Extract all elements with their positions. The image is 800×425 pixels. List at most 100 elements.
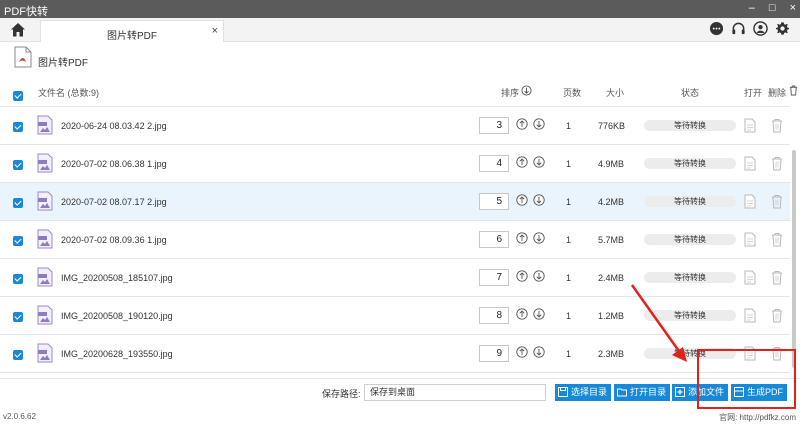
order-input[interactable]: 8 [479, 307, 509, 324]
arrow-up-icon[interactable] [516, 232, 528, 244]
row-checkbox[interactable] [13, 312, 23, 322]
open-directory-label: 打开目录 [630, 387, 667, 397]
order-input[interactable]: 6 [479, 231, 509, 248]
close-window-icon[interactable]: × [790, 2, 796, 14]
table-row[interactable]: 2020-07-02 08.06.38 1.jpg 4 1 4.9MB 等待转换 [0, 145, 790, 183]
arrow-down-icon[interactable] [533, 346, 545, 358]
file-name: 2020-07-02 08.07.17 2.jpg [61, 197, 167, 207]
open-file-icon[interactable] [744, 270, 756, 285]
arrow-down-icon[interactable] [533, 232, 545, 244]
arrow-up-icon[interactable] [516, 270, 528, 282]
table-row[interactable]: 2020-07-02 08.07.17 2.jpg 5 1 4.2MB 等待转换 [0, 183, 790, 221]
arrow-up-icon[interactable] [516, 118, 528, 130]
arrow-up-icon[interactable] [516, 308, 528, 320]
row-checkbox[interactable] [13, 122, 23, 132]
arrow-down-icon[interactable] [533, 270, 545, 282]
row-checkbox[interactable] [13, 160, 23, 170]
page-count: 1 [566, 159, 572, 169]
headset-icon[interactable] [731, 21, 746, 36]
file-size: 776KB [598, 121, 626, 131]
status-badge: 等待转换 [644, 310, 736, 321]
open-file-icon[interactable] [744, 308, 756, 323]
order-input[interactable]: 7 [479, 269, 509, 286]
table-row[interactable]: IMG_20200508_190120.jpg 8 1 1.2MB 等待转换 [0, 297, 790, 335]
page-count: 1 [566, 349, 572, 359]
top-right-icons [709, 21, 790, 36]
trash-icon[interactable] [771, 346, 783, 361]
order-input[interactable]: 5 [479, 193, 509, 210]
add-file-label: 添加文件 [688, 387, 725, 397]
table-row[interactable]: IMG_20200628_193550.jpg 9 1 2.3MB 等待转换 [0, 335, 790, 373]
user-icon[interactable] [753, 21, 768, 36]
choose-directory-label: 选择目录 [571, 387, 608, 397]
table-row[interactable]: IMG_20200508_185107.jpg 7 1 2.4MB 等待转换 [0, 259, 790, 297]
table-row[interactable]: 2020-07-02 08.09.36 1.jpg 6 1 5.7MB 等待转换 [0, 221, 790, 259]
scrollbar[interactable] [792, 150, 796, 368]
row-checkbox[interactable] [13, 274, 23, 284]
page-count: 1 [566, 311, 572, 321]
image-file-icon [37, 153, 53, 173]
trash-icon[interactable] [771, 232, 783, 247]
image-file-icon [37, 229, 53, 249]
generate-pdf-button[interactable]: 生成PDF [731, 384, 788, 401]
row-checkbox[interactable] [13, 236, 23, 246]
image-file-icon [37, 267, 53, 287]
file-name: 2020-07-02 08.09.36 1.jpg [61, 235, 167, 245]
home-icon[interactable] [10, 22, 26, 38]
table-row[interactable]: 2020-06-24 08.03.42 2.jpg 3 1 776KB 等待转换 [0, 107, 790, 145]
open-directory-button[interactable]: 打开目录 [614, 384, 671, 401]
open-file-icon[interactable] [744, 156, 756, 171]
order-input[interactable]: 4 [479, 155, 509, 172]
trash-icon[interactable] [771, 308, 783, 323]
page-count: 1 [566, 235, 572, 245]
save-icon [558, 387, 568, 397]
delete-all-icon[interactable] [789, 85, 798, 96]
header-delete: 删除 [768, 88, 787, 98]
file-name: IMG_20200508_190120.jpg [61, 311, 173, 321]
file-size: 5.7MB [598, 235, 625, 245]
open-file-icon[interactable] [744, 194, 756, 209]
arrow-up-icon[interactable] [516, 346, 528, 358]
arrow-up-icon[interactable] [516, 156, 528, 168]
row-checkbox[interactable] [13, 198, 23, 208]
status-badge: 等待转换 [644, 348, 736, 359]
trash-icon[interactable] [771, 194, 783, 209]
page-title: 图片转PDF [38, 58, 88, 69]
open-file-icon[interactable] [744, 346, 756, 361]
trash-icon[interactable] [771, 156, 783, 171]
tab-close-icon[interactable]: × [212, 25, 218, 37]
website-link[interactable]: 官网: http://pdfkz.com [719, 412, 796, 423]
sort-icon[interactable] [521, 85, 532, 96]
file-size: 2.4MB [598, 273, 625, 283]
trash-icon[interactable] [771, 270, 783, 285]
add-file-button[interactable]: 添加文件 [672, 384, 729, 401]
gear-icon[interactable] [775, 21, 790, 36]
header-filename: 文件名 (总数:9) [38, 88, 100, 98]
arrow-up-icon[interactable] [516, 194, 528, 206]
folder-icon [617, 388, 627, 397]
arrow-down-icon[interactable] [533, 156, 545, 168]
tab-bar: 图片转PDF × [0, 18, 800, 42]
open-file-icon[interactable] [744, 232, 756, 247]
trash-icon[interactable] [771, 118, 783, 133]
generate-pdf-label: 生成PDF [747, 387, 784, 397]
tab-image-to-pdf[interactable]: 图片转PDF × [40, 20, 224, 42]
arrow-down-icon[interactable] [533, 118, 545, 130]
order-input[interactable]: 9 [479, 345, 509, 362]
pdf-file-icon [14, 46, 32, 68]
chat-icon[interactable] [709, 21, 724, 36]
page-count: 1 [566, 121, 572, 131]
maximize-icon[interactable]: □ [769, 2, 776, 14]
header-order[interactable]: 排序 [501, 86, 519, 99]
status-badge: 等待转换 [644, 234, 736, 245]
minimize-icon[interactable]: – [749, 2, 755, 14]
arrow-down-icon[interactable] [533, 308, 545, 320]
open-file-icon[interactable] [744, 118, 756, 133]
arrow-down-icon[interactable] [533, 194, 545, 206]
order-input[interactable]: 3 [479, 117, 509, 134]
file-list[interactable]: 2020-06-24 08.03.42 2.jpg 3 1 776KB 等待转换 2020… [0, 106, 790, 374]
row-checkbox[interactable] [13, 350, 23, 360]
save-path-input[interactable]: 保存到桌面 [364, 384, 546, 401]
tab-label: 图片转PDF [107, 31, 157, 42]
choose-directory-button[interactable]: 选择目录 [555, 384, 612, 401]
